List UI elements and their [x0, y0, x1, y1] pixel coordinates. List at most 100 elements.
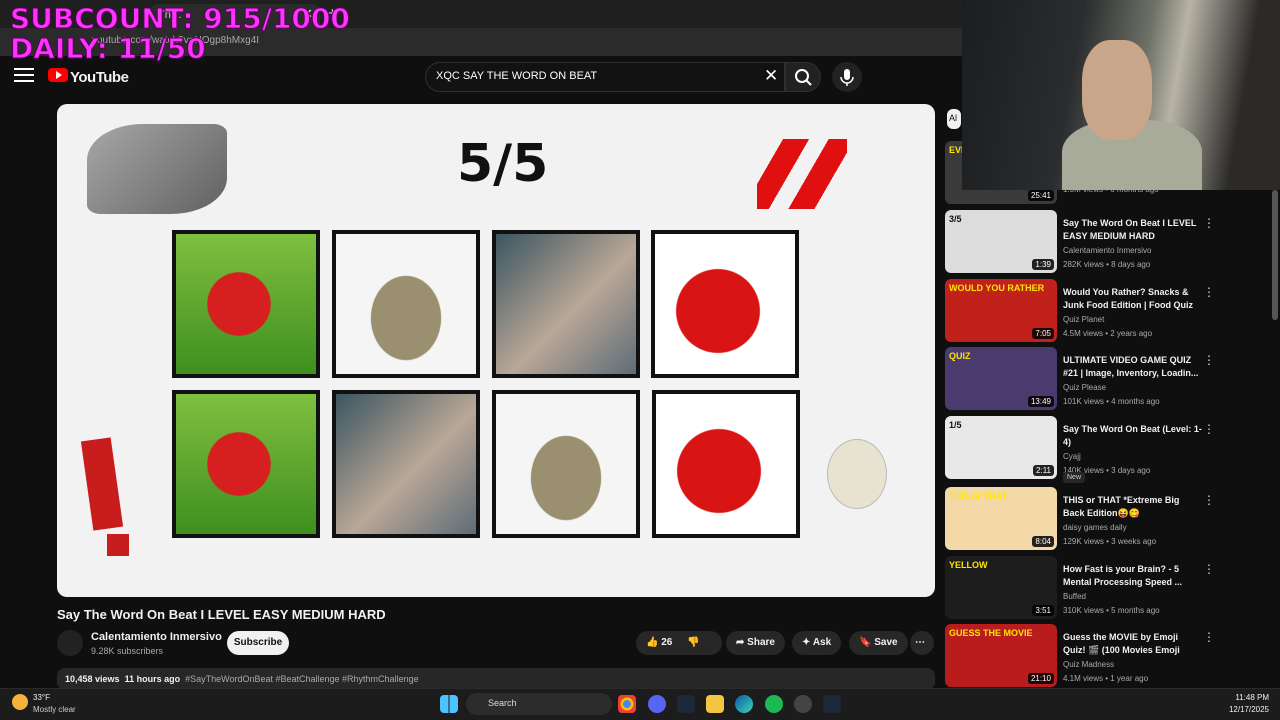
more-icon: ⋯ — [915, 637, 925, 648]
recommendation-channel[interactable]: daisy games daily — [1063, 523, 1127, 532]
upload-age: 11 hours ago — [124, 674, 181, 684]
hug-image — [332, 390, 480, 538]
youtube-brand[interactable]: YouTube — [70, 69, 129, 86]
save-button[interactable]: 🔖 Save — [849, 631, 908, 655]
channel-name[interactable]: Calentamiento Inmersivo — [91, 631, 222, 643]
exclamation-graphic — [80, 437, 124, 531]
streamer-face — [1082, 40, 1152, 140]
temperature[interactable]: 33°F — [33, 693, 50, 702]
more-options-icon[interactable]: ⋮ — [1203, 562, 1215, 576]
hug-image — [492, 230, 640, 378]
like-icon[interactable]: 👍 — [646, 637, 658, 648]
filter-chip-all[interactable]: Al — [947, 109, 961, 129]
recommendation-channel[interactable]: Quiz Madness — [1063, 660, 1114, 669]
file-explorer-icon[interactable] — [706, 695, 724, 713]
clear-search-icon[interactable]: ✕ — [764, 66, 778, 86]
steam-alt-icon[interactable] — [823, 695, 841, 713]
recommendation-title[interactable]: Would You Rather? Snacks & Junk Food Edi… — [1063, 286, 1203, 312]
recommendation-channel[interactable]: Calentamiento Inmersivo — [1063, 246, 1151, 255]
video-thumbnail[interactable]: GUESS THE MOVIE 21:10 — [945, 624, 1057, 687]
discord-icon[interactable] — [648, 695, 666, 713]
scrollbar[interactable] — [1272, 190, 1278, 320]
recommendation-title[interactable]: ULTIMATE VIDEO GAME QUIZ #21 | Image, In… — [1063, 354, 1203, 380]
more-options-icon[interactable]: ⋮ — [1203, 216, 1215, 230]
search-icon — [795, 69, 812, 86]
spotify-icon[interactable] — [765, 695, 783, 713]
bag-image — [332, 230, 480, 378]
video-thumbnail[interactable]: QUIZ 13:49 — [945, 347, 1057, 410]
obs-icon[interactable] — [794, 695, 812, 713]
round-counter: 5/5 — [457, 134, 549, 194]
channel-avatar[interactable] — [57, 630, 83, 656]
ladybug-image — [172, 230, 320, 378]
menu-icon[interactable] — [14, 68, 34, 84]
recommendation-meta: 129K views • 3 weeks ago — [1063, 537, 1157, 546]
hashtags[interactable]: #SayTheWordOnBeat #BeatChallenge #Rhythm… — [185, 674, 418, 684]
video-thumbnail[interactable]: WOULD YOU RATHER 7:05 — [945, 279, 1057, 342]
video-duration: 2:11 — [1033, 465, 1054, 476]
ask-button[interactable]: ✦ Ask — [792, 631, 842, 655]
video-duration: 25:41 — [1027, 190, 1054, 201]
daily-overlay: DAILY: 11/50 — [10, 32, 207, 66]
weather-condition[interactable]: Mostly clear — [33, 705, 76, 714]
steam-icon[interactable] — [677, 695, 695, 713]
chrome-icon[interactable] — [618, 695, 636, 713]
like-count[interactable]: 26 — [661, 637, 672, 648]
more-options-icon[interactable]: ⋮ — [1203, 422, 1215, 436]
weather-icon[interactable] — [12, 694, 28, 710]
video-duration: 3:51 — [1032, 605, 1054, 616]
subcount-overlay: SUBCOUNT: 915/1000 — [10, 2, 351, 36]
clock-time[interactable]: 11:48 PM — [1219, 693, 1269, 702]
subscribe-button[interactable]: Subscribe — [227, 631, 289, 655]
thumbnail-text: 1/5 — [949, 420, 962, 430]
bookmark-icon: 🔖 — [859, 637, 872, 648]
mug-image — [651, 230, 799, 378]
recommendation-channel[interactable]: Buffed — [1063, 592, 1086, 601]
recommendation-title[interactable]: How Fast is your Brain? - 5 Mental Proce… — [1063, 563, 1203, 589]
more-actions-button[interactable]: ⋯ — [910, 631, 934, 655]
video-player[interactable]: 5/5 — [57, 104, 935, 597]
video-duration: 7:05 — [1032, 328, 1054, 339]
more-options-icon[interactable]: ⋮ — [1203, 493, 1215, 507]
more-options-icon[interactable]: ⋮ — [1203, 353, 1215, 367]
mug-image — [652, 390, 800, 538]
clock-date[interactable]: 12/17/2025 — [1209, 705, 1269, 714]
more-options-icon[interactable]: ⋮ — [1203, 285, 1215, 299]
windows-start-icon[interactable] — [440, 695, 458, 713]
recommendation-title[interactable]: Guess the MOVIE by Emoji Quiz! 🎬 (100 Mo… — [1063, 631, 1203, 657]
dislike-icon[interactable]: 👎 — [687, 637, 699, 648]
recommendation-meta: 310K views • 5 months ago — [1063, 606, 1160, 615]
description-box[interactable]: 10,458 views 11 hours ago #SayTheWordOnB… — [57, 668, 935, 690]
view-count: 10,458 views — [65, 674, 120, 684]
bag-image — [492, 390, 640, 538]
share-button[interactable]: ➦ Share — [726, 631, 785, 655]
video-duration: 8:04 — [1032, 536, 1054, 547]
recommendation-title[interactable]: Say The Word On Beat (Level: 1-4) — [1063, 423, 1203, 449]
video-thumbnail[interactable]: THIS or THAT 8:04 — [945, 487, 1057, 550]
recommendation-meta: 4.5M views • 2 years ago — [1063, 329, 1153, 338]
video-duration: 1:39 — [1032, 259, 1054, 270]
recommendation-title[interactable]: THIS or THAT *Extreme Big Back Edition😝😋 — [1063, 494, 1203, 520]
recommendation-channel[interactable]: Cyajj — [1063, 452, 1081, 461]
youtube-logo-icon[interactable] — [48, 68, 68, 82]
taskbar-search[interactable]: Search — [466, 693, 612, 715]
search-input[interactable]: XQC SAY THE WORD ON BEAT — [425, 62, 785, 92]
video-thumbnail[interactable]: 1/5 2:11 — [945, 416, 1057, 479]
new-badge: New — [1063, 472, 1086, 483]
thumbnail-text: 3/5 — [949, 214, 962, 224]
sparkle-icon: ✦ — [802, 637, 811, 648]
recommendation-channel[interactable]: Quiz Planet — [1063, 315, 1104, 324]
more-options-icon[interactable]: ⋮ — [1203, 630, 1215, 644]
edge-icon[interactable] — [735, 695, 753, 713]
taskbar-search-label: Search — [488, 698, 517, 708]
lightning-graphic — [757, 139, 847, 209]
ladybug-image — [172, 390, 320, 538]
recommendation-channel[interactable]: Quiz Please — [1063, 383, 1106, 392]
recommendation-meta: 282K views • 8 days ago — [1063, 260, 1151, 269]
thumbnail-text: QUIZ — [949, 351, 971, 361]
video-thumbnail[interactable]: YELLOW 3:51 — [945, 556, 1057, 619]
search-button[interactable] — [785, 62, 821, 92]
recommendation-title[interactable]: Say The Word On Beat I LEVEL EASY MEDIUM… — [1063, 217, 1203, 243]
video-thumbnail[interactable]: 3/5 1:39 — [945, 210, 1057, 273]
voice-search-button[interactable] — [832, 62, 862, 92]
